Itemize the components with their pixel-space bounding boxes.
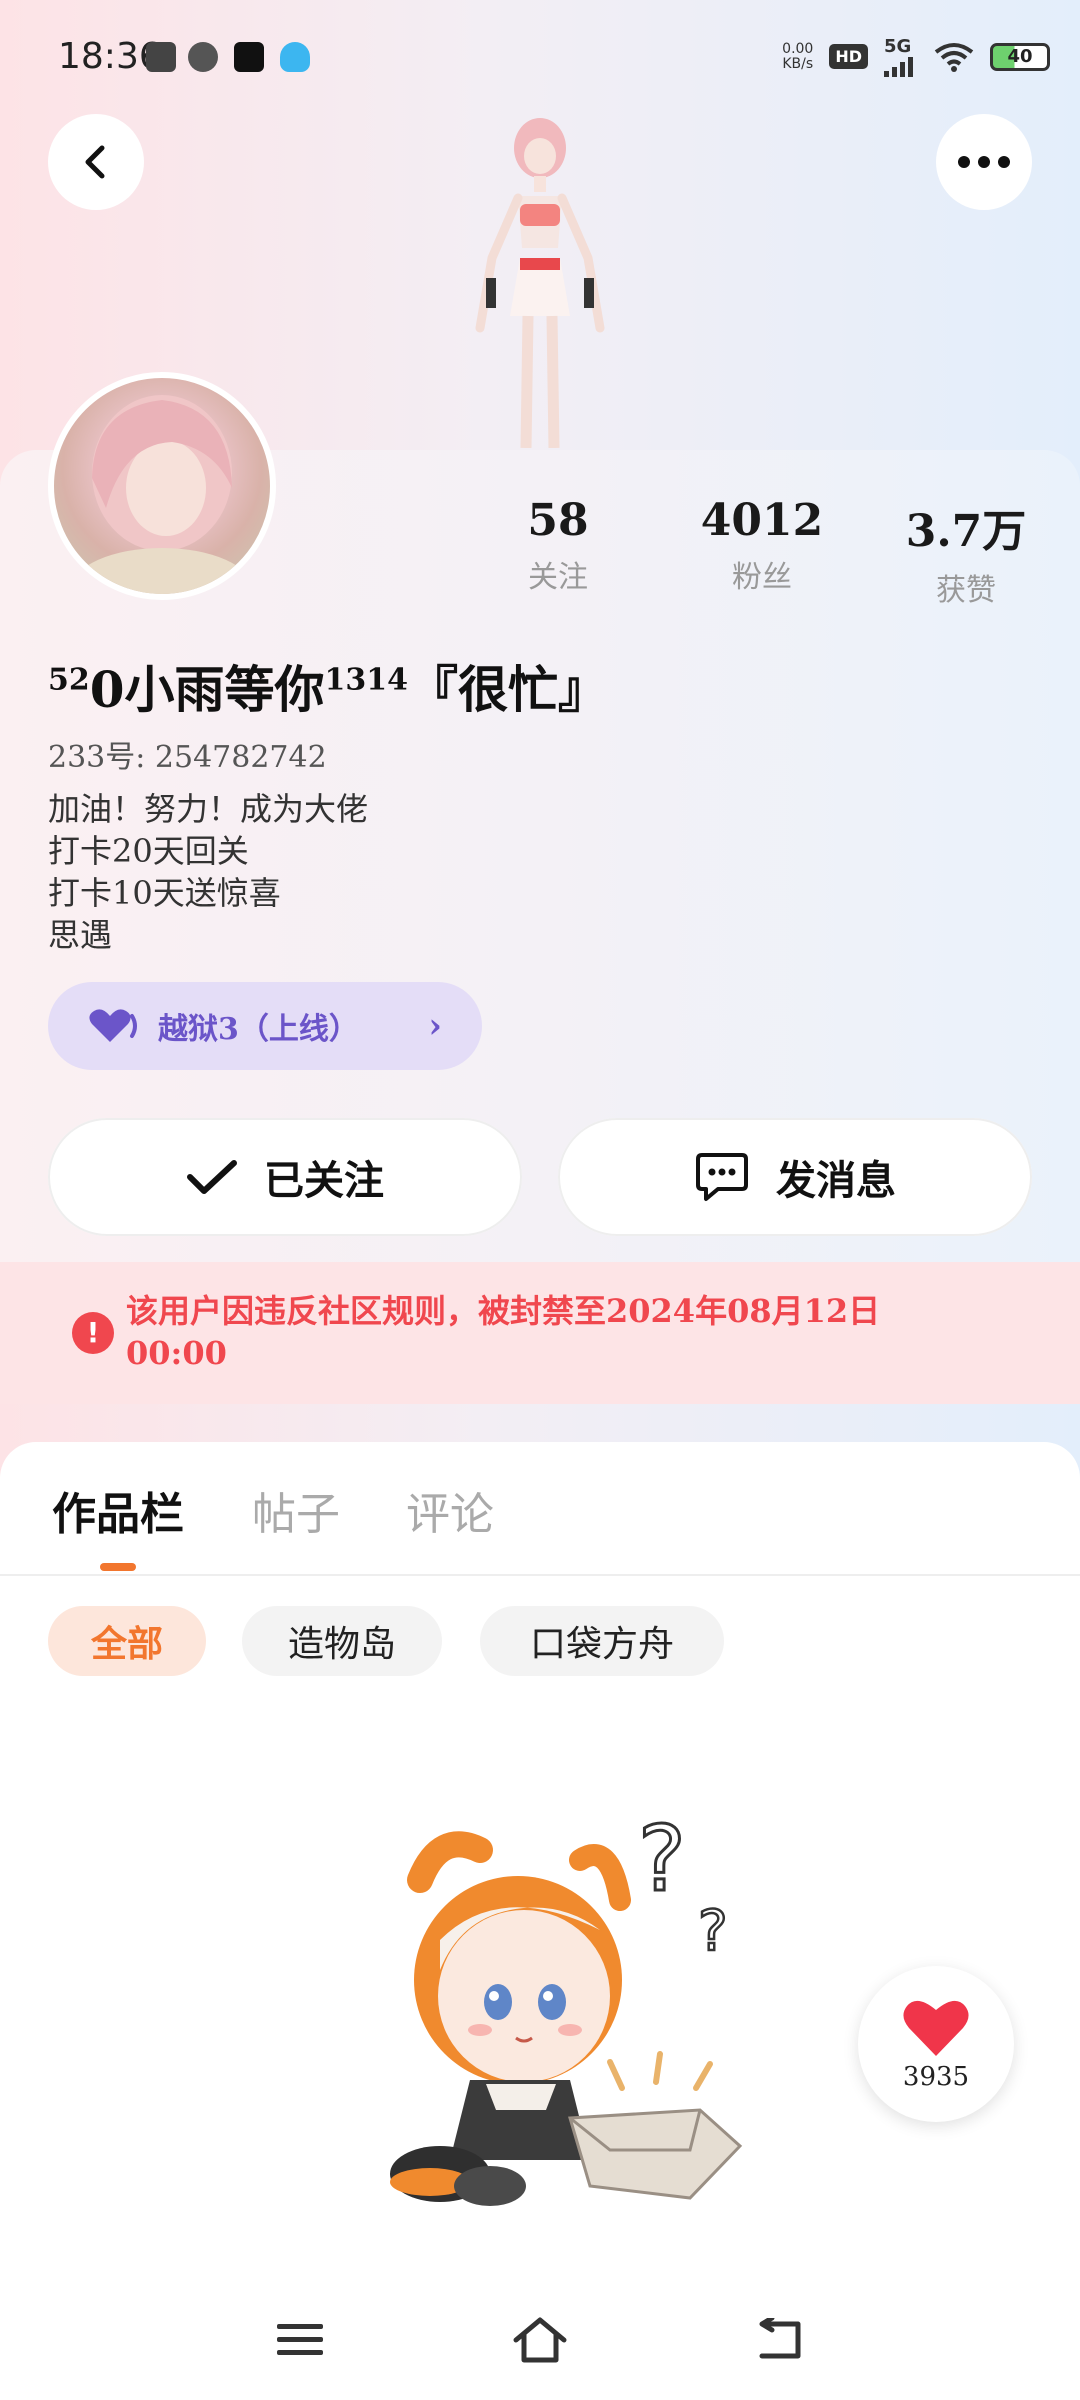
nickname: 520小雨等你1314『很忙』: [48, 650, 608, 722]
stat-likes-value: 3.7万: [905, 506, 1027, 557]
bio-line: 打卡20天回关: [48, 832, 249, 870]
home-nav-button[interactable]: [500, 2300, 580, 2380]
active-tab-indicator: [100, 1563, 136, 1571]
nickname-sup-b: 1314: [324, 662, 409, 698]
chevron-left-icon: [85, 145, 105, 179]
signal-label: 5G: [884, 36, 912, 57]
nickname-prefix: 5: [48, 662, 69, 698]
stat-likes-label: 获赞: [936, 573, 996, 608]
avatar[interactable]: [48, 372, 276, 600]
chat-bubble-icon: [696, 1153, 748, 1201]
stat-followers-value: 4012: [700, 495, 824, 546]
tab-posts[interactable]: 帖子: [252, 1478, 340, 1542]
avatar-photo: [72, 395, 252, 594]
menu-icon: [277, 2324, 323, 2355]
filter-all[interactable]: 全部: [48, 1606, 206, 1676]
media-notification-icon: [234, 42, 264, 72]
like-count: 3935: [902, 2062, 970, 2092]
stat-following-value: 58: [527, 495, 589, 546]
status-indicators: 0.00 KB/s HD 5G 40: [782, 36, 1050, 77]
more-button[interactable]: [936, 114, 1032, 210]
bio-line: 思遇: [48, 916, 113, 954]
stat-following[interactable]: 58 关注: [478, 495, 638, 596]
svg-text:?: ?: [698, 1899, 728, 1964]
followed-label: 已关注: [264, 1157, 384, 1204]
followed-button[interactable]: 已关注: [48, 1118, 522, 1236]
heart-game-icon: [89, 1009, 137, 1042]
menu-nav-button[interactable]: [260, 2300, 340, 2380]
battery-indicator: 40: [990, 42, 1050, 71]
bio-line: 打卡10天送惊喜: [48, 874, 281, 912]
check-icon: [187, 1160, 237, 1194]
wifi-icon: [934, 42, 974, 72]
back-nav-button[interactable]: [740, 2300, 820, 2380]
app-notification-icon: [188, 42, 218, 72]
bio: 加油！努力！成为大佬 打卡20天回关 打卡10天送惊喜 思遇: [48, 788, 368, 956]
tab-divider: [0, 1574, 1080, 1576]
nickname-sup-a: 2: [68, 662, 90, 698]
qq-notification-icon: [280, 42, 310, 72]
stat-following-label: 关注: [528, 560, 588, 595]
back-button[interactable]: [48, 114, 144, 210]
empty-state-illustration: ? ?: [390, 1806, 743, 2206]
network-speed-unit: KB/s: [782, 55, 814, 72]
game-chip-label: 越狱3（上线）: [158, 1012, 359, 1047]
nickname-status: 『很忙』: [408, 660, 609, 719]
more-dots-icon: [958, 156, 1010, 168]
filter-creation-island[interactable]: 造物岛: [242, 1606, 442, 1676]
user-id: 233号: 254782742: [48, 740, 327, 775]
network-speed: 0.00 KB/s: [782, 40, 814, 72]
stat-likes[interactable]: 3.7万 获赞: [886, 495, 1046, 609]
hd-badge: HD: [829, 44, 868, 69]
filter-pocket-ark[interactable]: 口袋方舟: [480, 1606, 724, 1676]
stat-followers-label: 粉丝: [732, 560, 792, 595]
heart-icon: [903, 2000, 969, 2056]
signal-icon: 5G: [884, 36, 918, 77]
like-button[interactable]: 3935: [858, 1966, 1014, 2122]
character-figure: [475, 118, 605, 448]
return-icon: [759, 2318, 801, 2359]
bio-line: 加油！努力！成为大佬: [48, 790, 369, 828]
stat-followers[interactable]: 4012 粉丝: [682, 495, 842, 596]
game-chip[interactable]: 越狱3（上线） ›: [48, 982, 482, 1070]
svg-text:?: ?: [638, 1807, 686, 1912]
notification-icon: [146, 42, 176, 72]
message-button[interactable]: 发消息: [558, 1118, 1032, 1236]
chevron-right-icon: ›: [428, 1006, 442, 1046]
message-label: 发消息: [776, 1157, 896, 1204]
status-bar: 18:36 0.00 KB/s HD 5G 40: [0, 0, 1080, 110]
nickname-main: 0小雨等你: [89, 660, 325, 719]
network-speed-value: 0.00: [782, 40, 814, 57]
ban-notice-text: 该用户因违反社区规则，被封禁至2024年08月12日00:00: [126, 1292, 881, 1372]
home-icon: [513, 2317, 567, 2363]
tab-comments[interactable]: 评论: [406, 1478, 494, 1542]
alert-icon: !: [72, 1312, 114, 1354]
signal-bars-icon: [884, 57, 913, 77]
tab-works[interactable]: 作品栏: [52, 1478, 184, 1542]
